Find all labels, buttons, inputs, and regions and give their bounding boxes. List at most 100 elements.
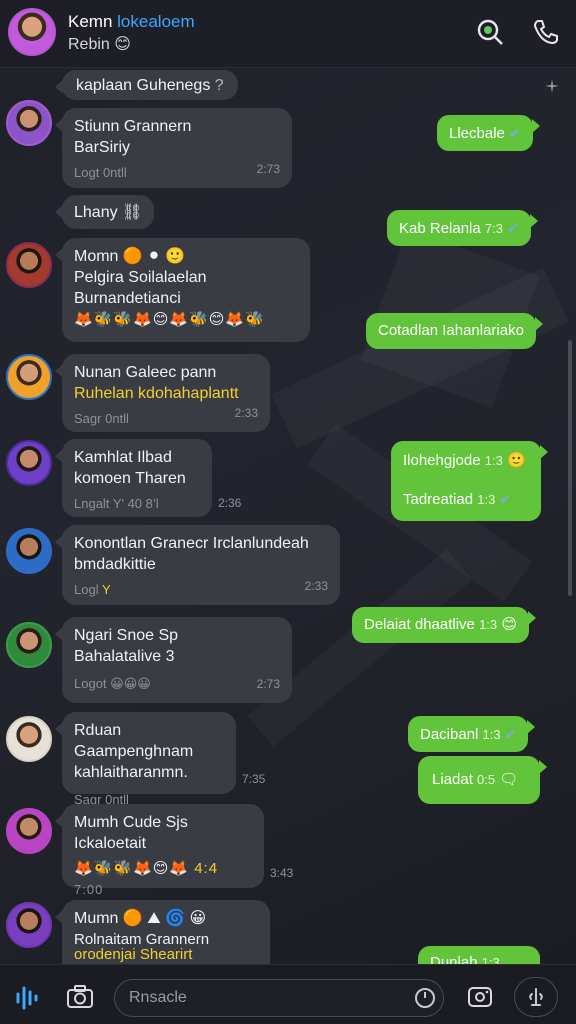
message-emoji: ⛓ xyxy=(122,204,143,221)
message-text: Sp xyxy=(158,627,179,644)
emoji-row: 🦊🐝🐝🦊😊🦊🐝😊🦊🐝 xyxy=(74,311,265,328)
message-text: Momn xyxy=(74,248,119,265)
outgoing-message[interactable]: Delaiat dhaatlive 1:3 😊 xyxy=(352,607,536,643)
message-input-box[interactable] xyxy=(114,979,444,1017)
message-text: 3 xyxy=(165,648,175,665)
message-text: Ngari Snoe xyxy=(74,627,155,644)
message-text: komoen Tharen xyxy=(74,470,186,487)
outgoing-message[interactable]: Ilohehgjode 1:3 🙂 Tadreatiad 1:3 ✔ xyxy=(391,441,548,521)
message-text: Rduan Gaampenghnam xyxy=(74,722,194,760)
microphone-icon[interactable] xyxy=(514,977,558,1017)
message-text: Ickaloetait xyxy=(74,835,147,852)
message-text: Pelgira xyxy=(74,269,124,286)
search-icon[interactable] xyxy=(474,16,506,48)
message-bubble[interactable]: Lhany ⛓ xyxy=(54,195,155,229)
message-text: Konontlan Granecr Irclanlundeah xyxy=(74,535,309,552)
message-time: 7:35 xyxy=(242,772,266,786)
scrollbar[interactable] xyxy=(568,340,572,596)
message-time: 1:3 xyxy=(482,727,501,742)
read-check-icon: ✔ xyxy=(508,125,521,141)
message-bubble[interactable]: Ngari Snoe Sp Bahalatalive 3 Logot 😀😀😀 2… xyxy=(55,617,292,703)
avatar[interactable] xyxy=(6,440,52,486)
message-text: Kab Relanla xyxy=(399,220,481,237)
message-text: Sjs xyxy=(165,814,188,831)
message-time: 7:3 xyxy=(484,221,503,236)
pin-icon[interactable] xyxy=(542,76,562,96)
message-time: 1:3 xyxy=(477,492,496,507)
message-text: Nunan Galeec pann xyxy=(74,364,217,381)
chat-header: Kemn lokealoem Rebin 😊 xyxy=(0,0,576,68)
subtitle-emoji: 😊 xyxy=(114,36,131,53)
outgoing-message[interactable]: Cotadlan Iahanlariako xyxy=(366,313,543,349)
message-bubble[interactable]: Momn 🟠 ⚫ 🙂 Pelgira Soilalaelan Burnandet… xyxy=(55,238,310,342)
voice-wave-icon[interactable] xyxy=(10,981,44,1013)
message-bubble[interactable]: Mumh Cude Sjs Ickaloetait 🦊🐝🐝🦊😊🦊 4:4 7:0… xyxy=(55,804,264,897)
avatar[interactable] xyxy=(6,902,52,948)
message-text: Dacibanl xyxy=(420,726,479,743)
emoji-row: 🦊🐝🐝🦊😊🦊 xyxy=(74,860,190,877)
message-emoji: 🟠 ⚫ 🙂 xyxy=(122,248,186,265)
message-emoji: ? xyxy=(214,77,224,94)
meta-text: 0ntll xyxy=(102,165,127,180)
message-text: Burnandetianci xyxy=(74,290,181,307)
sender-label: Sagr xyxy=(74,411,102,426)
read-check-icon: ✔ xyxy=(499,491,512,507)
sender-label: Logt xyxy=(74,165,100,180)
message-time: 1:3 xyxy=(479,617,498,632)
meta-text: 0ntll xyxy=(105,411,129,426)
message-text: Ilohehgjode xyxy=(403,452,481,469)
message-text: BarSiriy xyxy=(74,139,131,156)
timer-icon[interactable] xyxy=(413,986,437,1010)
message-bubble[interactable]: Stiunn Grannern BarSiriy Logt 0ntll 2:73 xyxy=(55,108,292,188)
avatar[interactable] xyxy=(6,354,52,400)
sender-label: Logl xyxy=(74,582,99,597)
message-time: 1:3 xyxy=(481,955,500,964)
avatar[interactable] xyxy=(6,716,52,762)
message-time: 0:5 xyxy=(477,772,496,787)
message-text: Liadat xyxy=(432,771,473,788)
outgoing-message[interactable]: Llecbale ✔ xyxy=(437,115,540,151)
message-time: 3:43 xyxy=(270,866,294,880)
outgoing-message[interactable]: Dunlah 1:3 xyxy=(418,946,540,964)
avatar[interactable] xyxy=(6,808,52,854)
message-text: kaplaan Guhenegs xyxy=(76,77,211,94)
message-text: Llecbale xyxy=(449,125,505,142)
chat-title[interactable]: Kemn lokealoem xyxy=(68,12,195,32)
message-bubble[interactable]: Konontlan Granecr Irclanlundeah bmdadkit… xyxy=(55,525,340,605)
message-input[interactable] xyxy=(129,988,409,1008)
avatar[interactable] xyxy=(6,242,52,288)
message-text: Dunlah xyxy=(430,954,478,964)
count-text: 4:4 xyxy=(194,860,219,877)
message-time: 2:33 xyxy=(304,579,328,593)
message-text: Mumn xyxy=(74,910,119,927)
avatar[interactable] xyxy=(6,100,52,146)
camera-icon[interactable] xyxy=(64,981,96,1013)
sender-label: Logot xyxy=(74,676,107,691)
message-text: Cotadlan Iahanlariako xyxy=(378,322,524,339)
title-main: Kemn xyxy=(68,12,113,31)
sender-label: Lngalt xyxy=(74,496,110,511)
avatar[interactable] xyxy=(6,622,52,668)
message-time: 2:73 xyxy=(256,677,280,691)
message-bubble[interactable]: Kamhlat Ilbad komoen Tharen Lngalt Y' 40… xyxy=(55,439,212,517)
message-bubble[interactable]: Nunan Galeec pann Ruhelan kdohahaplantt … xyxy=(55,354,270,432)
composer-bar xyxy=(0,964,576,1024)
message-time: 7:00 xyxy=(74,882,104,897)
subtitle-text: Rebin xyxy=(68,36,110,53)
sticker-icon[interactable] xyxy=(464,981,496,1013)
chat-subtitle: Rebin 😊 xyxy=(68,34,131,54)
message-text: Lhany xyxy=(74,204,118,221)
outgoing-message[interactable]: Kab Relanla 7:3 ✔ xyxy=(387,210,538,246)
contact-avatar[interactable] xyxy=(8,8,56,56)
message-bubble[interactable]: Mumn 🟠 ⛰ 🌀 😀 Rolnaitam Grannern orodenja… xyxy=(55,900,270,964)
read-check-icon: ✔ xyxy=(506,220,519,236)
message-text: Soilalaelan xyxy=(128,269,207,286)
message-time: 2:33 xyxy=(234,406,258,420)
message-bubble[interactable]: kaplaan Guhenegs ? xyxy=(55,70,238,100)
outgoing-message[interactable]: Liadat 0:5 🗨 xyxy=(418,756,547,804)
message-bubble[interactable]: Rduan Gaampenghnam kahlaitharanmn. Sagr … xyxy=(55,712,236,807)
message-text: Delaiat dhaatlive xyxy=(364,616,475,633)
outgoing-message[interactable]: Dacibanl 1:3 ✔ xyxy=(408,716,536,752)
phone-icon[interactable] xyxy=(530,16,562,48)
avatar[interactable] xyxy=(6,528,52,574)
